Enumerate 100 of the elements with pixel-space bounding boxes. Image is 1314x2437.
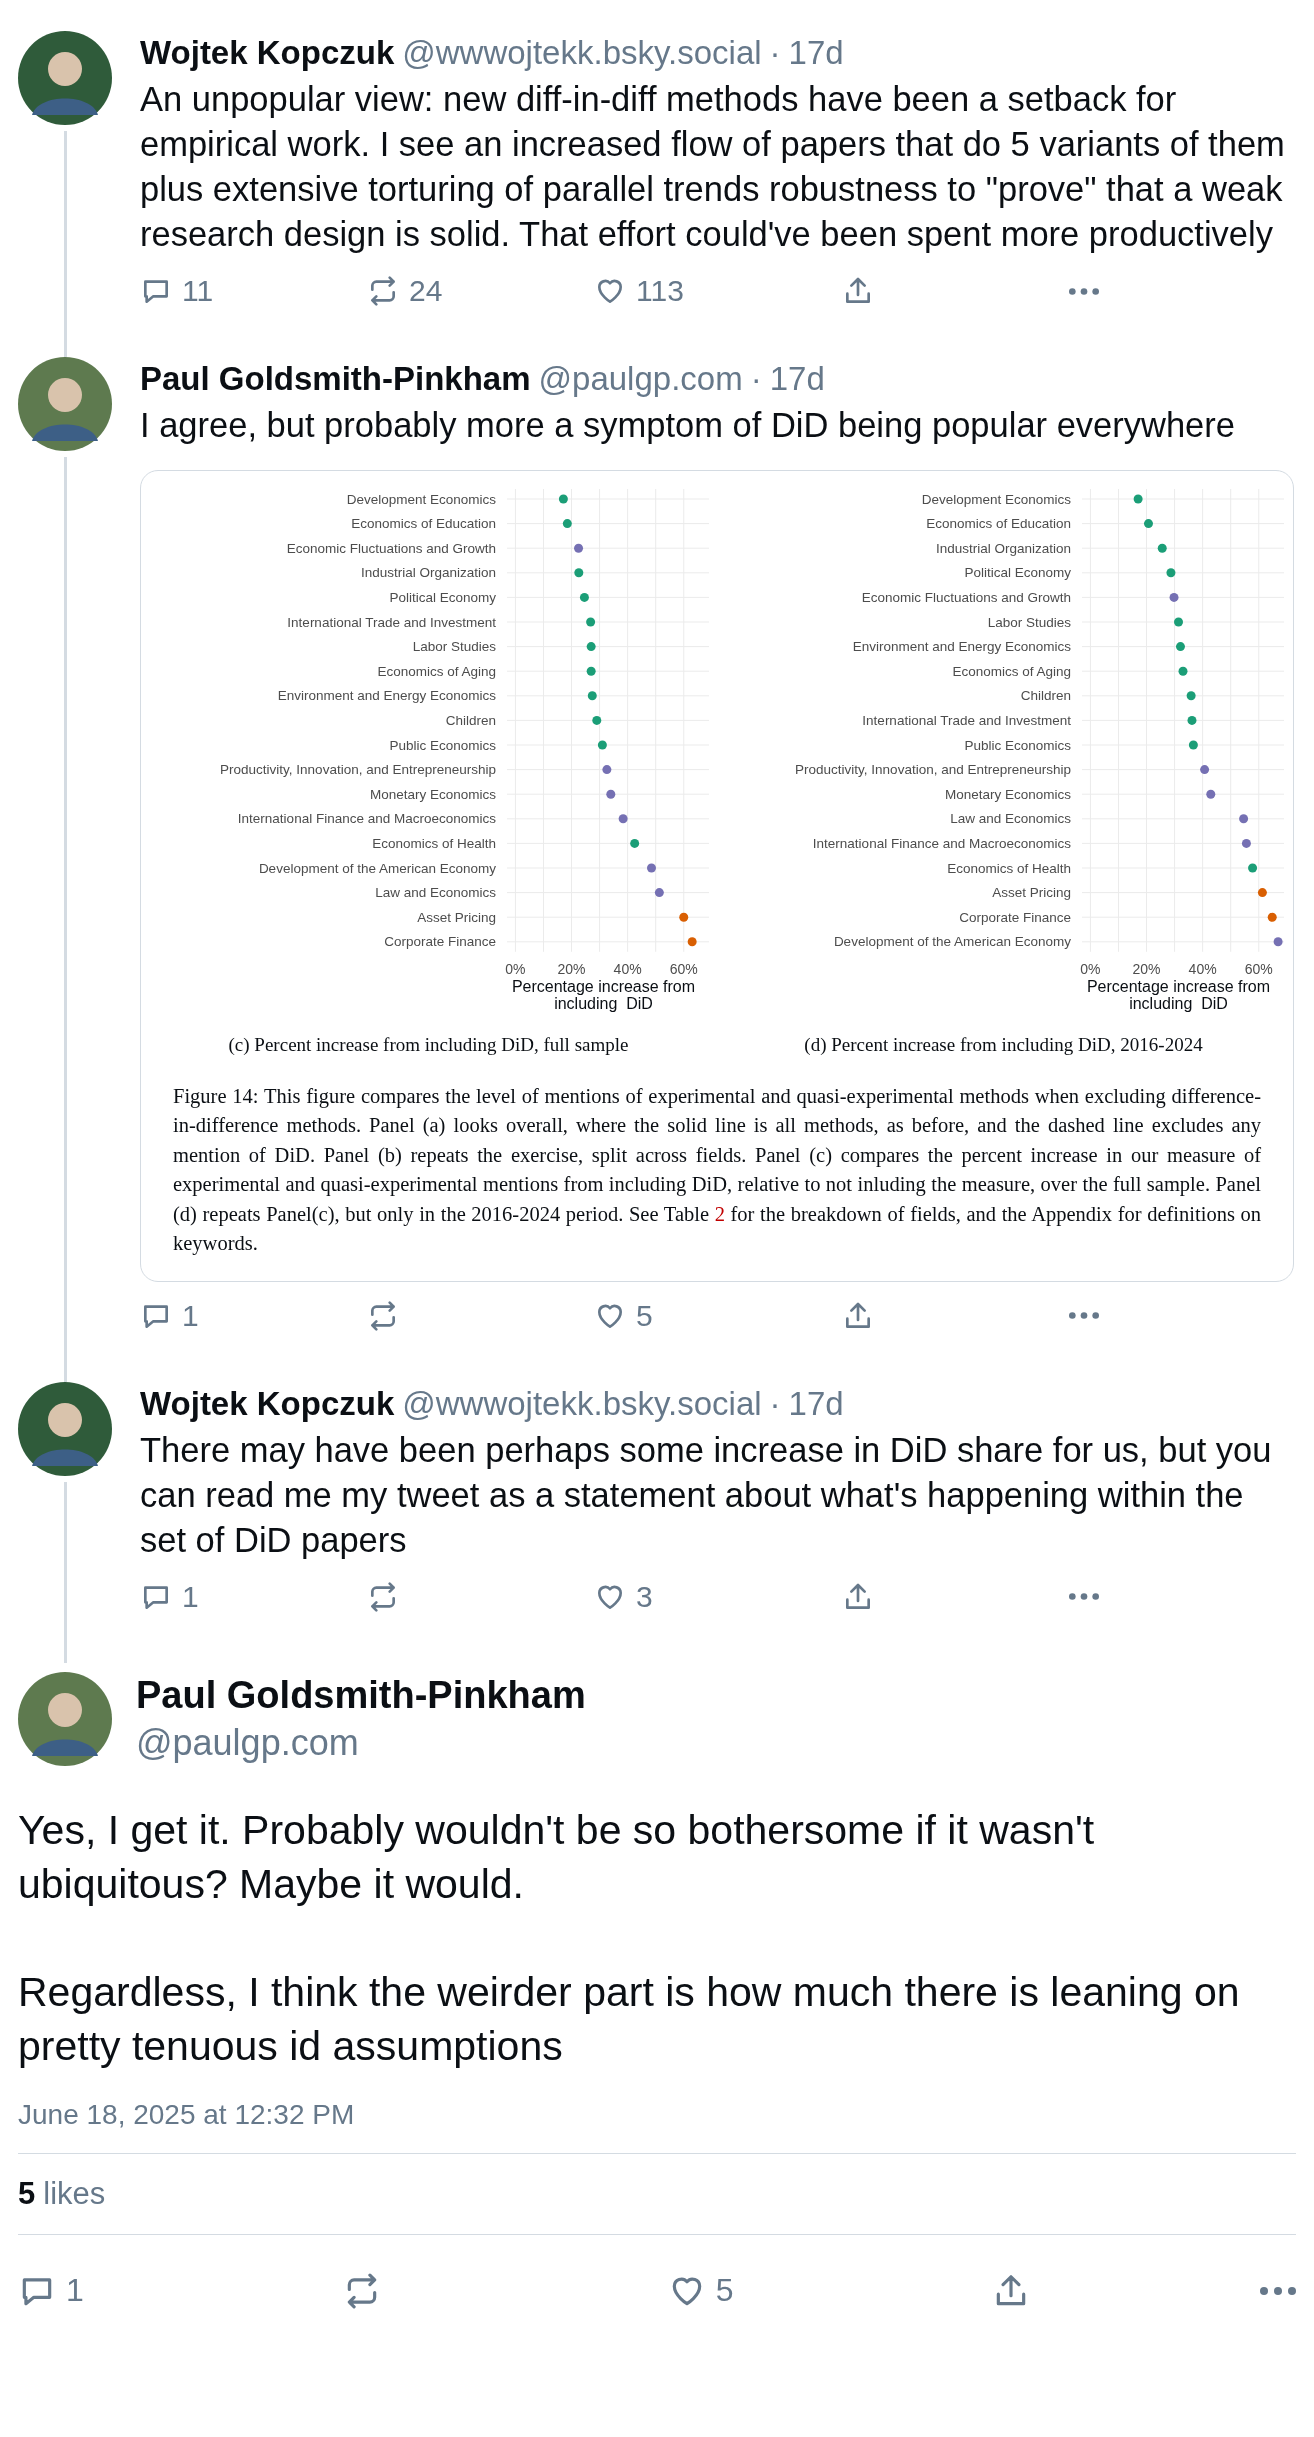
data-point: [1257, 888, 1267, 898]
category-label: Industrial Organization: [360, 565, 496, 581]
data-point: [1186, 691, 1196, 701]
author-handle[interactable]: @wwwojtekk.bsky.social: [402, 1381, 762, 1426]
reply-button[interactable]: 1: [140, 1298, 367, 1333]
tick-label: 60%: [669, 960, 698, 977]
data-point: [687, 937, 697, 947]
category-label: International Trade and Investment: [862, 712, 1071, 728]
category-label: Development Economics: [346, 491, 496, 507]
table-link[interactable]: 2: [714, 1202, 725, 1225]
data-point: [647, 863, 656, 873]
category-label: Economics of Education: [351, 516, 496, 532]
author-handle[interactable]: @paulgp.com: [136, 1718, 586, 1767]
category-label: Economics of Health: [372, 835, 496, 851]
data-point: [558, 494, 568, 504]
data-point: [606, 789, 616, 799]
data-point: [574, 568, 584, 578]
data-point: [1248, 863, 1258, 873]
post-text: I agree, but probably more a symptom of DiD being popular everywhere: [140, 405, 1236, 446]
author-name[interactable]: Paul Goldsmith-Pinkham: [140, 357, 531, 401]
author-name[interactable]: Wojtek Kopczuk: [140, 31, 395, 75]
data-point: [1169, 592, 1179, 602]
author-name[interactable]: Wojtek Kopczuk: [140, 1381, 395, 1426]
data-point: [1188, 740, 1198, 750]
post-time[interactable]: 17d: [788, 31, 844, 75]
repost-button[interactable]: 24: [367, 274, 594, 308]
category-label: Environment and Energy Economics: [277, 688, 496, 704]
data-point: [1267, 912, 1277, 922]
data-point: [586, 617, 596, 627]
category-label: Development Economics: [921, 491, 1071, 507]
category-label: Asset Pricing: [417, 909, 496, 925]
category-label: Children: [1020, 688, 1071, 704]
avatar[interactable]: [18, 31, 112, 125]
category-label: Public Economics: [389, 737, 496, 753]
category-label: Monetary Economics: [944, 786, 1071, 802]
category-label: International Finance and Macroeconomics: [812, 835, 1071, 851]
data-point: [1239, 814, 1249, 824]
more-icon: [1260, 2286, 1296, 2295]
category-label: International Trade and Investment: [287, 614, 496, 630]
category-label: Economics of Education: [926, 516, 1071, 532]
data-point: [630, 838, 640, 848]
figure-caption: (c) Percent increase from including DiD, full sample: [227, 1033, 630, 1056]
avatar[interactable]: [18, 1671, 112, 1766]
category-label: Productivity, Innovation, and Entrepreneurship: [795, 762, 1071, 778]
avatar[interactable]: [18, 357, 112, 451]
more-button[interactable]: [1260, 2286, 1296, 2295]
category-label: Economics of Health: [947, 860, 1071, 876]
image-embed[interactable]: [140, 470, 1294, 1282]
more-icon: [1069, 1312, 1099, 1320]
category-label: Economics of Aging: [952, 663, 1071, 679]
data-point: [1200, 765, 1210, 775]
category-label: Economics of Aging: [377, 663, 496, 679]
author-name[interactable]: Paul Goldsmith-Pinkham: [136, 1670, 586, 1719]
category-label: Development of the American Economy: [833, 934, 1071, 950]
data-point: [1166, 568, 1176, 578]
tick-label: 60%: [1244, 960, 1273, 977]
like-button[interactable]: 113: [594, 274, 821, 308]
reply-button[interactable]: 11: [140, 274, 367, 308]
data-point: [1178, 666, 1188, 676]
avatar[interactable]: [18, 1381, 112, 1476]
category-label: Asset Pricing: [992, 885, 1071, 901]
data-point: [579, 592, 589, 602]
post-time[interactable]: 17d: [769, 357, 825, 401]
like-button[interactable]: 3: [594, 1579, 821, 1614]
post-text: There may have been perhaps some increase in DiD share for us, but you can read me my tweet as a statement about what's happening within the set of DiD papers: [140, 1429, 1273, 1561]
author-handle[interactable]: @paulgp.com: [538, 357, 743, 401]
category-label: Public Economics: [964, 737, 1071, 753]
figure-note: Figure 14: This figure compares the level of mentions of experimental and quasi-experimental methods when excluding difference-in-difference methods. Panel (a) looks overall, where the solid line is all methods, as before, and the dashed line excludes any mention of DiD. Panel (b) repeats the exercise, split across fields. Panel (c) compares the percent increase in our measure of experimental and quasi-experimental mentions from including DiD, relative to not inluding the measure, over the full sample. Panel (d) repeats Panel(c), but only in the 2016-2024 period. See Table 2 for the breakdown of fields, and the Appendix for definitions on keywords.: [173, 1083, 1261, 1257]
data-point: [1174, 617, 1183, 627]
axis-title: Percentage increase from including DiD: [1085, 977, 1272, 1012]
author-handle[interactable]: @wwwojtekk.bsky.social: [402, 31, 762, 75]
data-point: [592, 715, 602, 725]
likes-label[interactable]: likes: [43, 2175, 106, 2212]
likes-count[interactable]: 5: [18, 2175, 36, 2212]
more-icon: [1069, 1593, 1099, 1601]
category-label: Children: [445, 712, 496, 728]
category-label: Corporate Finance: [959, 909, 1071, 925]
figure-caption: (d) Percent increase from including DiD, 2016-2024: [803, 1033, 1204, 1056]
data-point: [1241, 838, 1251, 848]
post-time[interactable]: 17d: [788, 1381, 844, 1426]
data-point: [1175, 642, 1185, 652]
separator-dot: ·: [769, 33, 781, 73]
post-text: An unpopular view: new diff-in-diff methods have been a setback for empirical work. I see an increased flow of papers that do 5 variants of them plus extensive torturing of parallel trends robustness to "prove" that a weak research design is solid. That effort could've been spent more productively: [140, 79, 1286, 255]
reply-button[interactable]: 1: [18, 2271, 343, 2310]
tick-label: 20%: [1132, 960, 1161, 977]
like-button[interactable]: 5: [594, 1298, 821, 1333]
like-button[interactable]: 5: [667, 2271, 993, 2310]
data-point: [602, 765, 612, 775]
tick-label: 40%: [613, 960, 642, 977]
category-label: Law and Economics: [375, 885, 496, 901]
category-label: Labor Studies: [412, 639, 496, 655]
category-label: Corporate Finance: [384, 934, 496, 950]
category-label: Development of the American Economy: [258, 860, 496, 876]
category-label: Economic Fluctuations and Growth: [861, 589, 1071, 605]
reply-button[interactable]: 1: [140, 1579, 367, 1614]
post-text: Regardless, I think the weirder part is how much there is leaning on pretty tenuous id assumptions: [18, 1967, 1241, 2071]
category-label: Labor Studies: [987, 614, 1071, 630]
category-label: Productivity, Innovation, and Entrepreneurship: [220, 762, 496, 778]
data-point: [1206, 789, 1216, 799]
tick-label: 40%: [1188, 960, 1217, 977]
